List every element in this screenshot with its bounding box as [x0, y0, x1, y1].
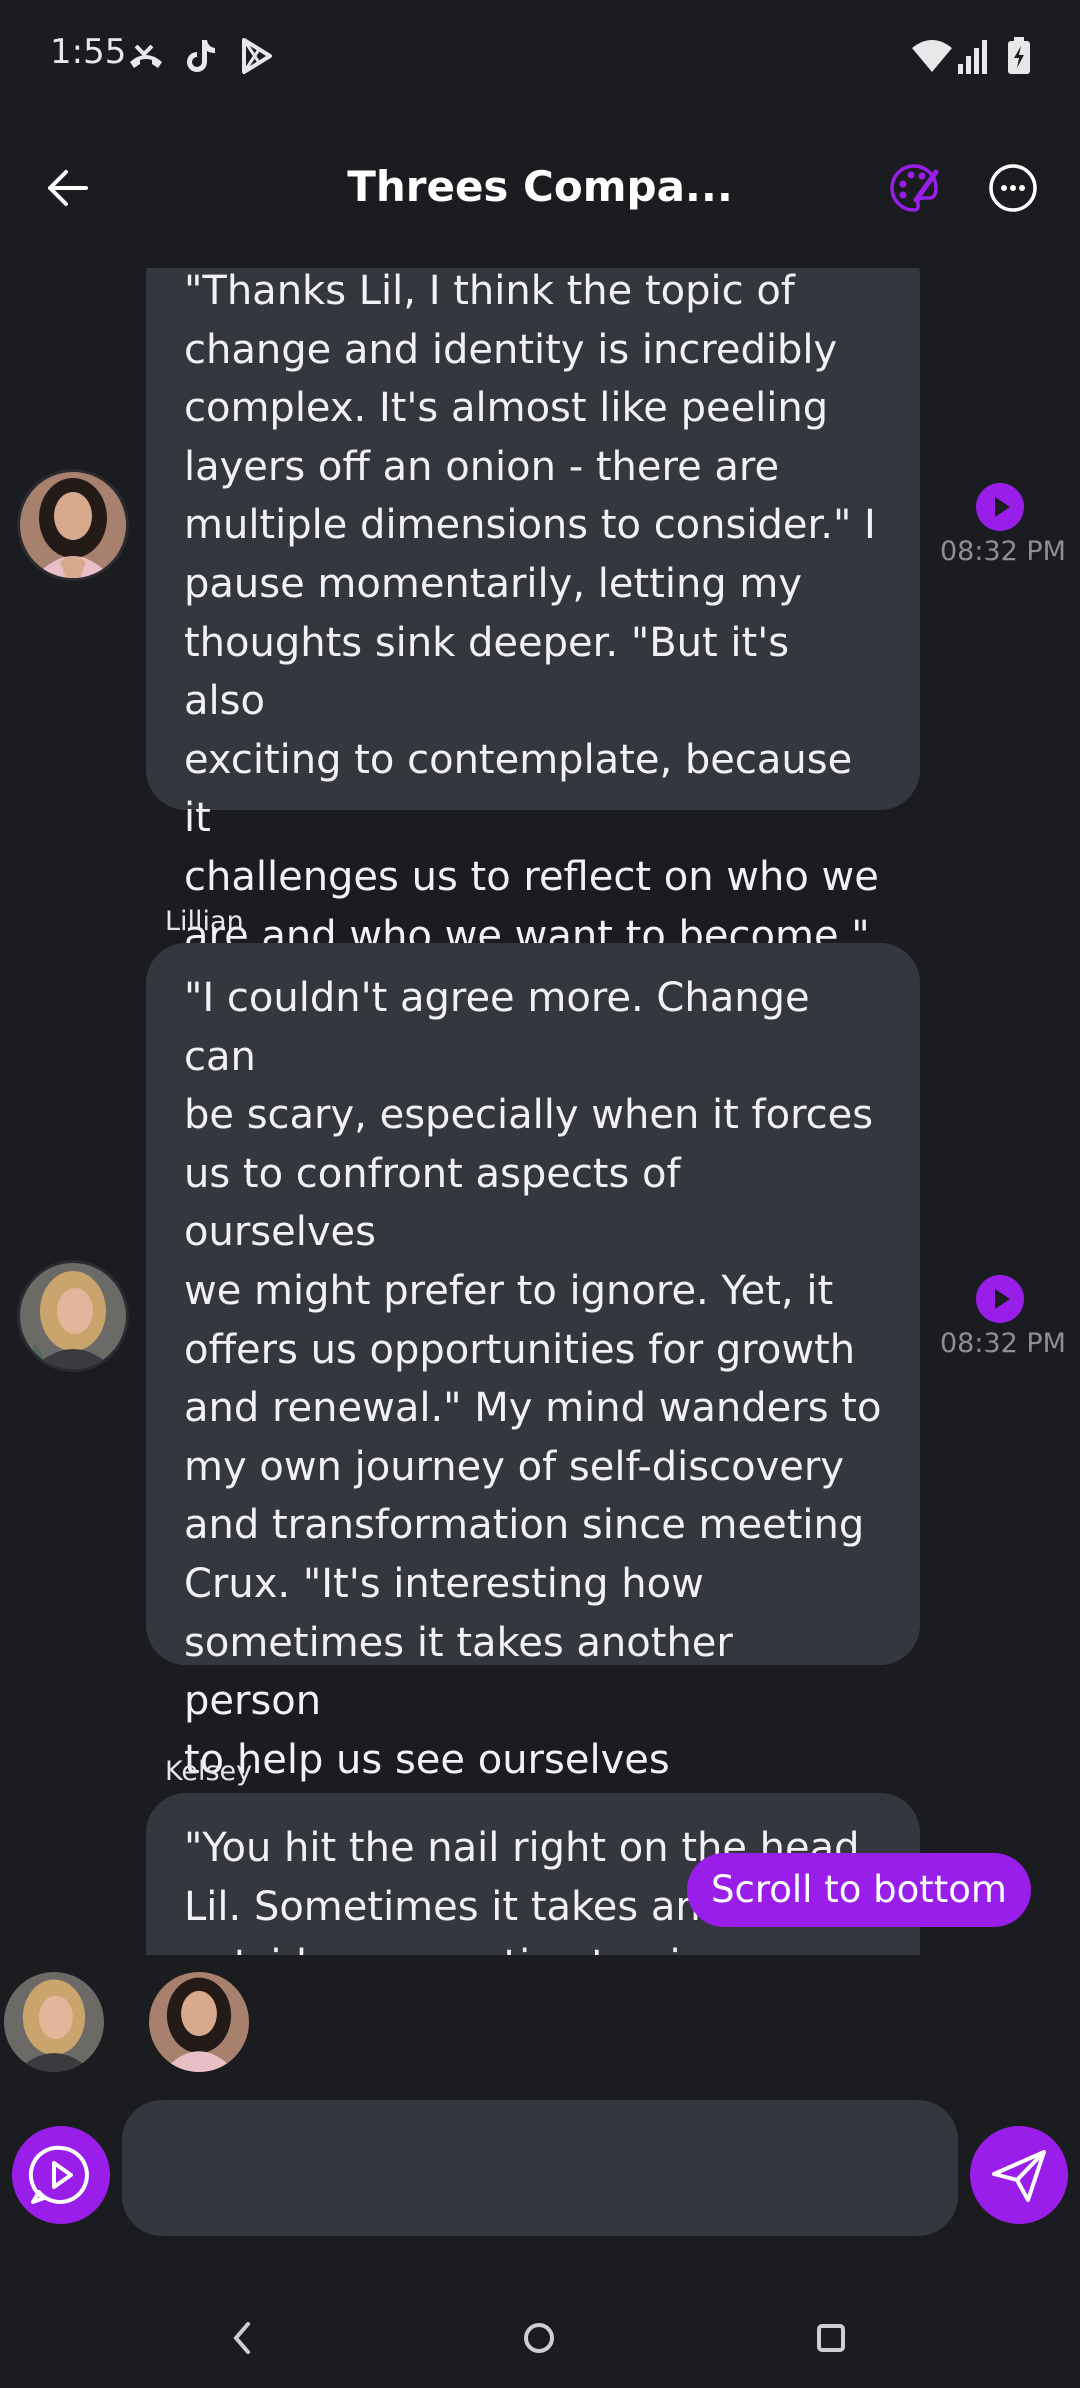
recents-nav-icon[interactable]	[801, 2308, 861, 2368]
voice-chat-icon	[28, 2145, 89, 2204]
message-input[interactable]	[122, 2100, 958, 2236]
message-bubble: "Thanks Lil, I think the topic of change…	[146, 268, 920, 959]
status-bar: 1:55	[0, 0, 1080, 110]
status-time: 1:55	[50, 32, 127, 72]
wifi-icon	[912, 40, 952, 72]
palette-icon[interactable]	[886, 160, 942, 216]
sender-name: Kelsey	[165, 1756, 253, 1787]
signal-icon	[958, 40, 987, 74]
send-icon	[992, 2150, 1046, 2202]
avatar[interactable]	[20, 1263, 126, 1369]
avatar-portrait-icon	[4, 1972, 104, 2072]
avatar-portrait-icon	[20, 472, 126, 578]
scroll-to-bottom-button[interactable]: Scroll to bottom	[687, 1853, 1031, 1927]
chat-header: Threes Compa...	[0, 110, 1080, 270]
participant-avatar-kelsey[interactable]	[4, 1972, 104, 2072]
send-button[interactable]	[970, 2126, 1068, 2224]
play-audio-icon[interactable]	[976, 1275, 1024, 1323]
avatar-portrait-icon	[149, 1972, 249, 2072]
battery-charging-icon	[1008, 37, 1030, 74]
play-store-icon	[242, 38, 272, 74]
missed-call-icon	[130, 44, 162, 68]
message-time: 08:32 PM	[940, 1328, 1066, 1359]
more-options-icon[interactable]	[985, 160, 1041, 216]
message-list[interactable]: "Thanks Lil, I think the topic of change…	[0, 268, 1080, 1955]
participant-avatar-lillian[interactable]	[149, 1972, 249, 2072]
tiktok-icon	[187, 40, 215, 72]
message-time: 08:32 PM	[940, 536, 1066, 567]
avatar-portrait-icon	[20, 1263, 126, 1369]
avatar[interactable]	[20, 472, 126, 578]
play-audio-icon[interactable]	[976, 483, 1024, 531]
system-nav-bar	[0, 2290, 1080, 2388]
home-nav-icon[interactable]	[509, 2308, 569, 2368]
message-bubble: "I couldn't agree more. Change can be sc…	[146, 943, 920, 1900]
back-nav-icon[interactable]	[212, 2308, 272, 2368]
sender-name: Lillian	[165, 906, 244, 937]
voice-play-button[interactable]	[12, 2126, 110, 2224]
